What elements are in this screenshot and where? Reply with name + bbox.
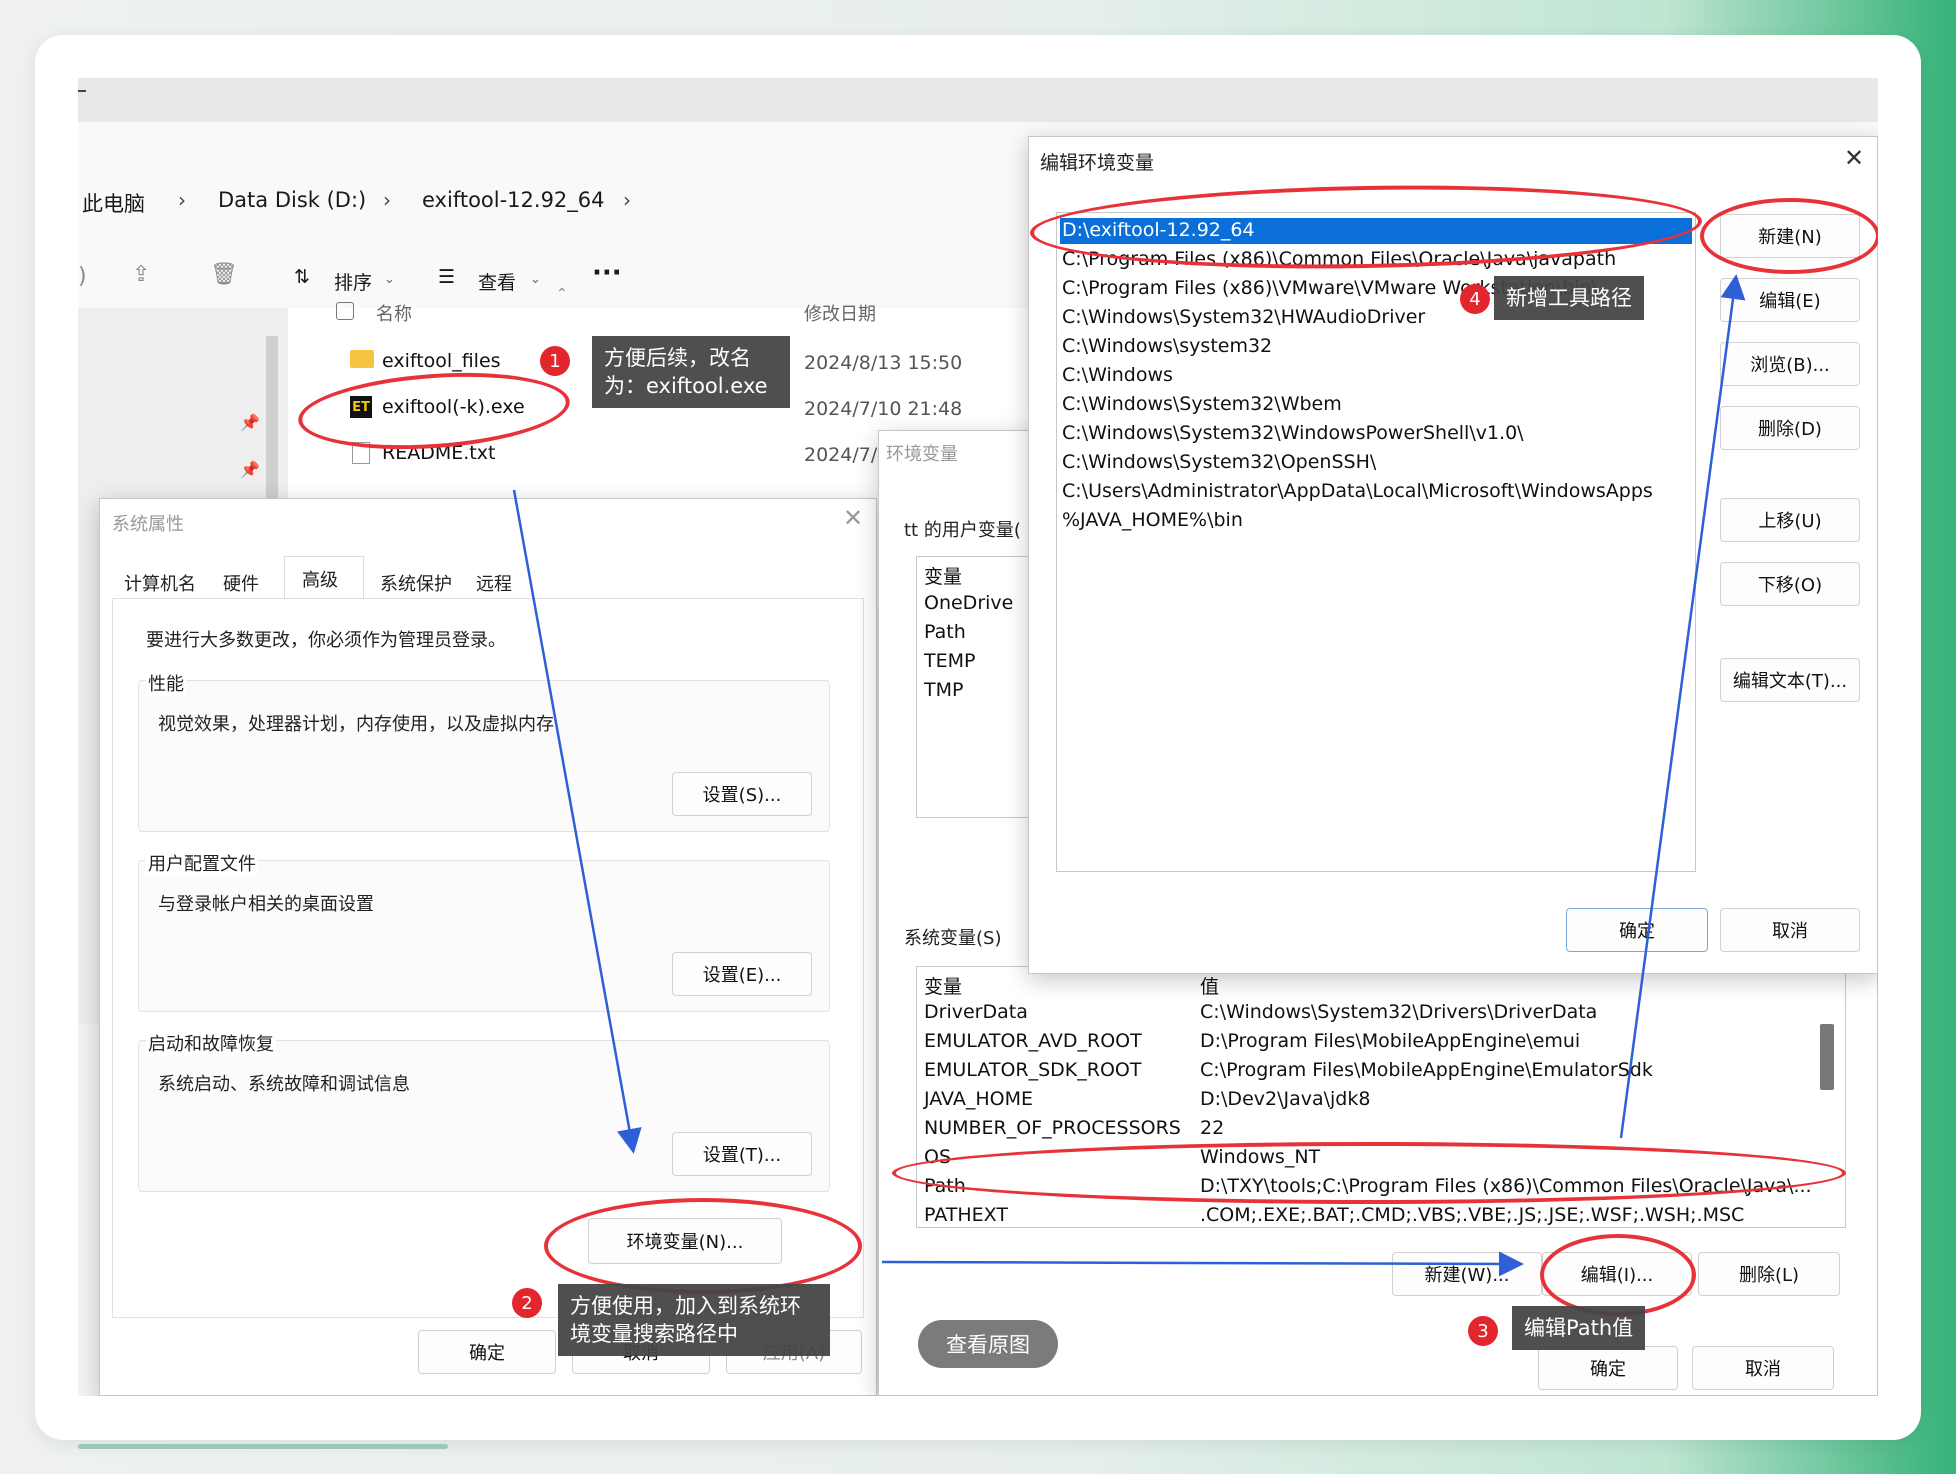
step-badge-2: 2 — [512, 1288, 542, 1318]
step-badge-1: 1 — [540, 346, 570, 376]
arrow-to-edit-button — [881, 1251, 1524, 1277]
arrow-to-env-button — [512, 489, 642, 1154]
annotation-tip-2: 方便使用，加入到系统环境变量搜索路径中 — [558, 1284, 830, 1356]
highlight-env-button-circle — [544, 1198, 862, 1294]
step-badge-4: 4 — [1460, 284, 1490, 314]
screenshot-frame: 此电脑 › Data Disk (D:) › exiftool-12.92_64… — [78, 78, 1878, 1396]
step-badge-3: 3 — [1468, 1316, 1498, 1346]
progress-indicator — [78, 1444, 448, 1449]
highlight-new-button-circle — [1700, 198, 1878, 274]
arrow-to-new-button — [1619, 274, 1746, 1139]
highlight-edit-button-circle — [1540, 1234, 1696, 1316]
annotation-tip-3: 编辑Path值 — [1512, 1306, 1646, 1350]
annotation-tip-1: 方便后续，改名为：exiftool.exe — [592, 336, 790, 408]
view-original-button[interactable]: 查看原图 — [918, 1320, 1058, 1368]
highlight-path-row-circle — [892, 1142, 1846, 1204]
annotation-tip-4: 新增工具路径 — [1494, 276, 1644, 320]
